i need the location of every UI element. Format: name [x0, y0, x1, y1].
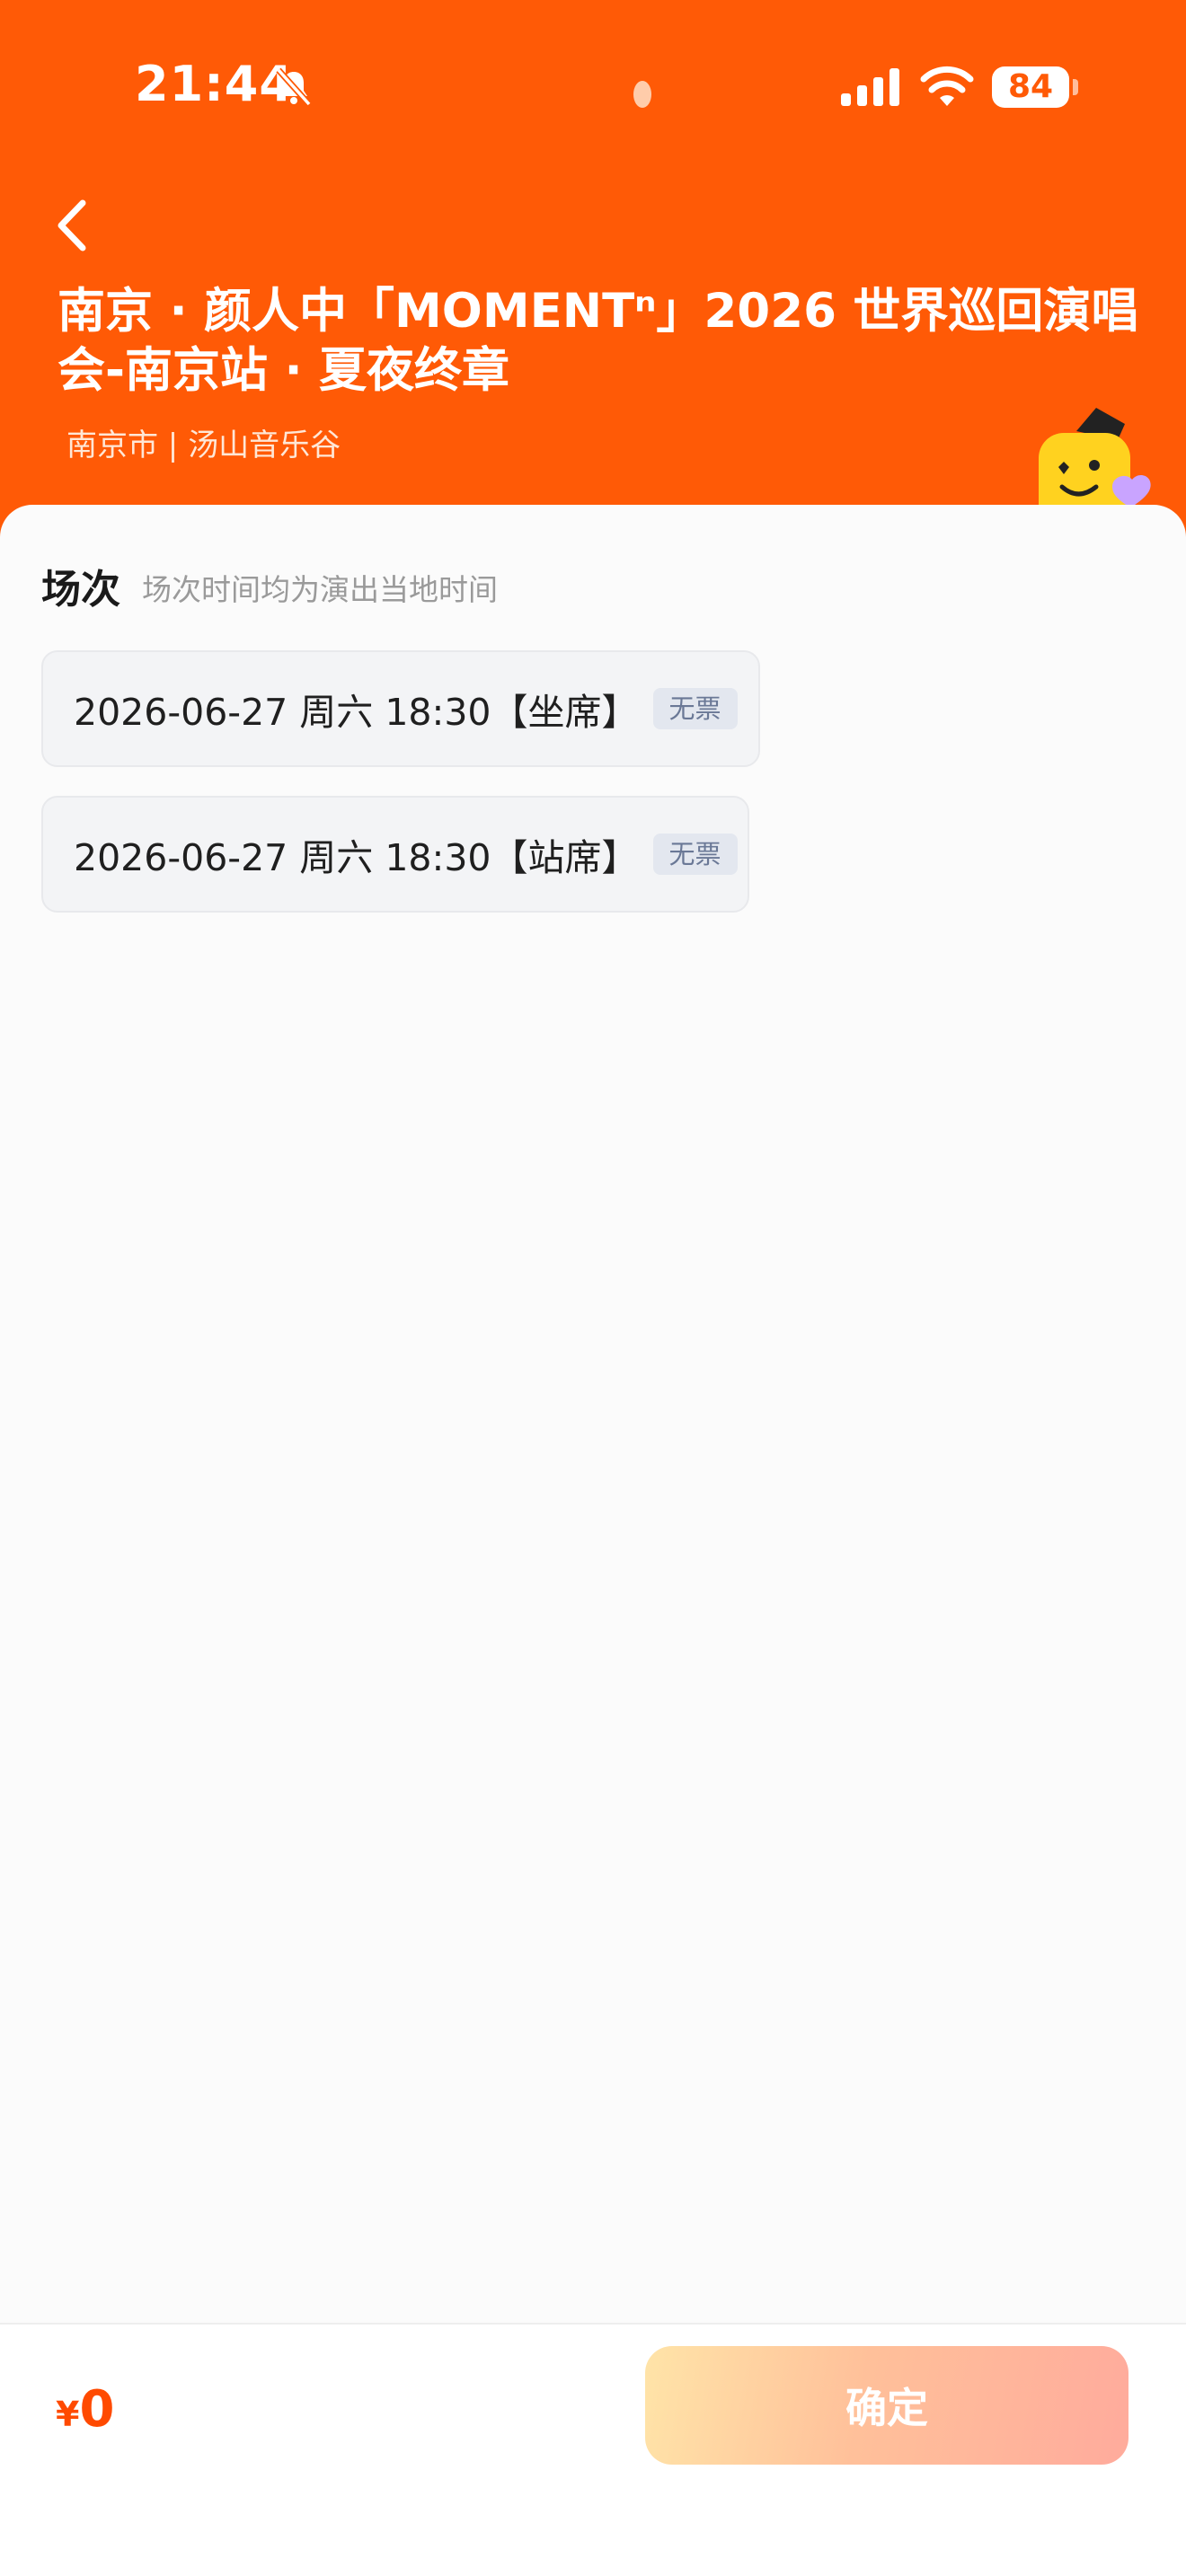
battery-cap: [1073, 79, 1078, 95]
session-label: 2026-06-27 周六 18:30【坐席】: [74, 691, 639, 734]
ticket-session-page: 21:44 84 南京 · 颜人中「MOMENTⁿ」2026 世界巡回演唱会-南…: [0, 0, 1186, 2576]
session-option-standing[interactable]: 2026-06-27 周六 18:30【站席】 无票: [41, 796, 749, 913]
confirm-button[interactable]: 确定: [645, 2346, 1128, 2465]
session-label: 2026-06-27 周六 18:30【站席】: [74, 836, 639, 879]
total-price: ¥0: [56, 2380, 114, 2439]
bell-muted-icon: [276, 67, 312, 107]
sold-out-badge: 无票: [652, 688, 738, 729]
section-hint: 场次时间均为演出当地时间: [142, 572, 498, 607]
footer-bar: ¥0 确定: [0, 2323, 1186, 2576]
header: 21:44 84 南京 · 颜人中「MOMENTⁿ」2026 世界巡回演唱会-南…: [0, 0, 1186, 548]
price-currency: ¥: [56, 2395, 80, 2434]
wifi-icon: [920, 66, 974, 106]
session-option-seated[interactable]: 2026-06-27 周六 18:30【坐席】 无票: [41, 650, 760, 767]
battery-indicator: 84: [992, 66, 1069, 108]
cellular-signal-icon: [841, 68, 899, 106]
session-sheet: 场次 场次时间均为演出当地时间 2026-06-27 周六 18:30【坐席】 …: [0, 505, 1186, 2576]
back-arrow-icon[interactable]: [52, 198, 95, 253]
event-title: 南京 · 颜人中「MOMENTⁿ」2026 世界巡回演唱会-南京站 · 夏夜终章: [58, 284, 1139, 398]
status-time: 21:44: [135, 56, 294, 112]
mic-indicator-icon: [633, 81, 651, 108]
status-bar: 21:44 84: [0, 0, 1186, 171]
price-value: 0: [79, 2380, 115, 2439]
section-title: 场次: [41, 567, 120, 613]
event-location: 南京市 | 汤山音乐谷: [66, 428, 341, 463]
sold-out-badge: 无票: [652, 834, 738, 875]
